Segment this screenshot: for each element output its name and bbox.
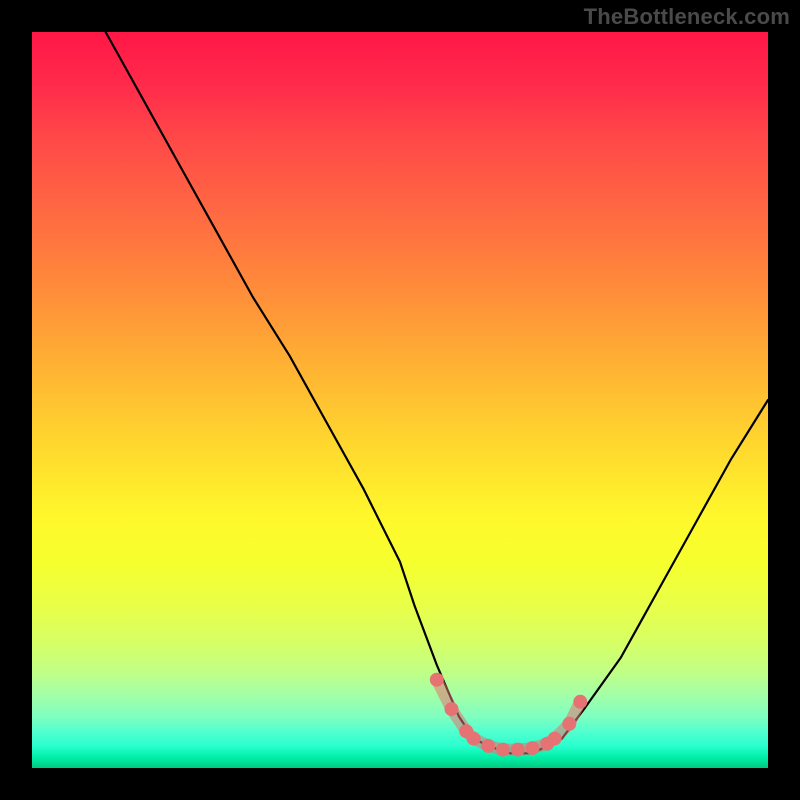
bottleneck-curve-svg: [32, 32, 768, 768]
chart-frame: TheBottleneck.com: [0, 0, 800, 800]
watermark-text: TheBottleneck.com: [584, 4, 790, 30]
valley-marker-dot: [430, 673, 444, 687]
valley-marker-dot: [573, 695, 587, 709]
valley-marker-dot: [481, 739, 495, 753]
valley-marker-dot: [467, 732, 481, 746]
valley-marker-dots: [430, 673, 588, 757]
valley-marker-dot: [562, 717, 576, 731]
valley-marker-dot: [511, 743, 525, 757]
plot-area: [32, 32, 768, 768]
bottleneck-curve-path: [106, 32, 768, 753]
valley-marker-dot: [496, 743, 510, 757]
valley-marker-dot: [445, 702, 459, 716]
valley-marker-dot: [526, 741, 540, 755]
primary-curve: [106, 32, 768, 753]
valley-marker-dot: [548, 732, 562, 746]
